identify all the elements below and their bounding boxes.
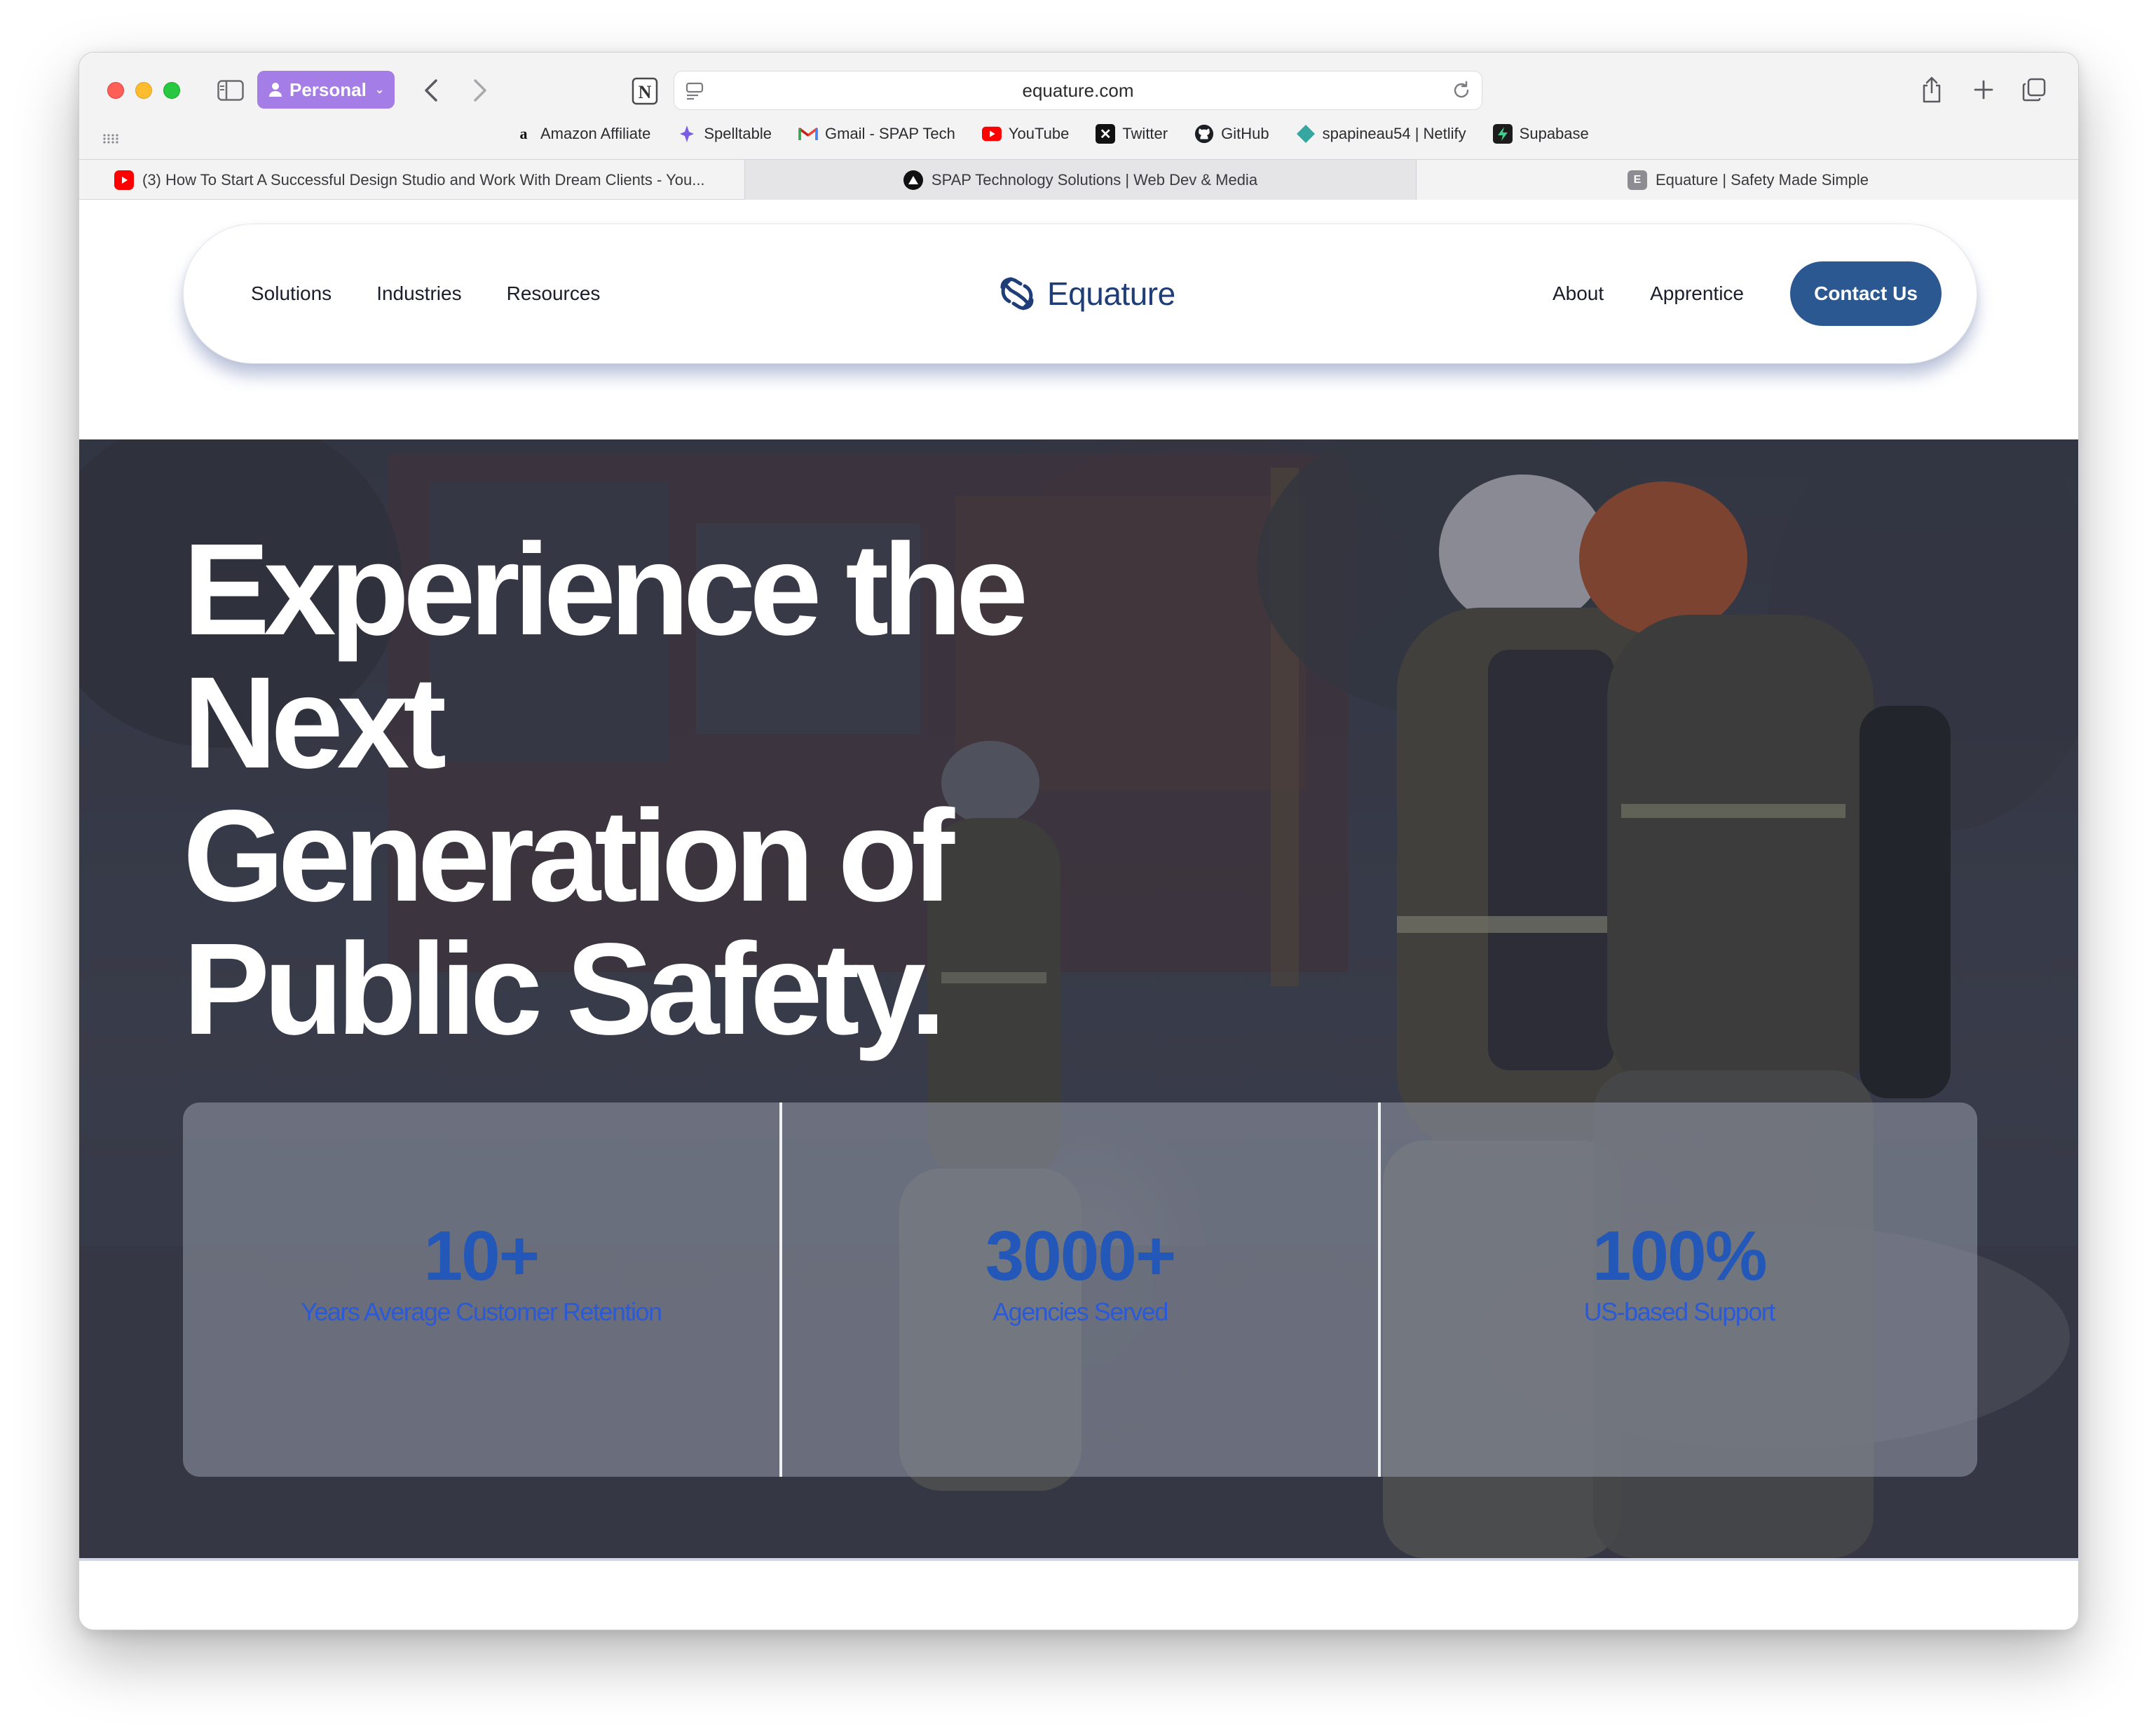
nav-link-about[interactable]: About: [1553, 282, 1604, 305]
amazon-icon: a: [519, 125, 528, 142]
bookmark-label: spapineau54 | Netlify: [1322, 125, 1466, 142]
site-navbar: Solutions Industries Resources Equature: [183, 224, 1977, 364]
person-icon: [269, 83, 282, 97]
address-bar[interactable]: equature.com: [674, 71, 1482, 110]
bookmark-supabase[interactable]: Supabase: [1492, 124, 1589, 144]
bookmark-netlify[interactable]: spapineau54 | Netlify: [1296, 124, 1466, 144]
forward-arrow-icon[interactable]: [463, 74, 497, 107]
share-icon[interactable]: [1916, 74, 1948, 106]
close-window-button[interactable]: [107, 82, 124, 99]
supabase-icon: [1492, 124, 1513, 144]
bookmark-label: GitHub: [1221, 125, 1269, 142]
stat-value: 100%: [1592, 1217, 1768, 1295]
stat-value: 3000+: [985, 1217, 1177, 1295]
netlify-icon: [1296, 124, 1316, 144]
spap-icon: [903, 170, 923, 190]
reload-icon[interactable]: [1451, 80, 1472, 101]
bookmark-twitter[interactable]: ✕ Twitter: [1096, 124, 1168, 144]
bookmarks-bar: a Amazon Affiliate Spelltable Gmail - SP…: [514, 124, 1589, 144]
tab-overview-icon[interactable]: [2018, 74, 2050, 106]
stat-label: Years Average Customer Retention: [301, 1297, 662, 1326]
bookmark-label: Twitter: [1122, 125, 1168, 142]
nav-link-solutions[interactable]: Solutions: [251, 282, 332, 305]
bookmark-label: Amazon Affiliate: [540, 125, 651, 142]
section-divider: [79, 1558, 2078, 1561]
nav-link-resources[interactable]: Resources: [507, 282, 601, 305]
hero-heading-line: Experience the: [183, 517, 1028, 662]
new-tab-icon[interactable]: [1967, 74, 2000, 106]
browser-window: Personal ⌄ N equature.com a Amazon Affil…: [79, 52, 2079, 1630]
stat-value: 10+: [423, 1217, 540, 1295]
profile-label: Personal: [289, 78, 367, 100]
bookmark-label: Supabase: [1519, 125, 1589, 142]
browser-toolbar: Personal ⌄ N equature.com a Amazon Affil…: [79, 53, 2078, 200]
sidebar-toggle-icon[interactable]: [217, 76, 245, 104]
equature-logo-icon: [1000, 277, 1034, 310]
bookmark-label: Spelltable: [704, 125, 772, 142]
page-settings-icon[interactable]: [684, 80, 705, 101]
stat-retention: 10+ Years Average Customer Retention: [183, 1102, 782, 1477]
tab-equature[interactable]: E Equature | Safety Made Simple: [1417, 160, 2078, 200]
nav-link-industries[interactable]: Industries: [376, 282, 461, 305]
tab-youtube-video[interactable]: (3) How To Start A Successful Design Stu…: [79, 160, 745, 200]
hero-heading-line: Next: [183, 650, 446, 796]
nav-link-apprentice[interactable]: Apprentice: [1650, 282, 1744, 305]
bookmark-spelltable[interactable]: Spelltable: [677, 124, 772, 144]
favorites-grid-icon[interactable]: [100, 128, 121, 149]
tab-bar: (3) How To Start A Successful Design Stu…: [79, 159, 2078, 200]
bookmark-youtube[interactable]: YouTube: [981, 124, 1070, 144]
github-icon: [1194, 124, 1214, 144]
tab-spap-technology[interactable]: SPAP Technology Solutions | Web Dev & Me…: [745, 160, 1417, 200]
tab-title: Equature | Safety Made Simple: [1655, 171, 1869, 189]
spelltable-icon: [677, 124, 697, 144]
window-controls: [107, 82, 180, 99]
site-logo[interactable]: Equature: [997, 224, 1175, 363]
back-arrow-icon[interactable]: [414, 74, 448, 107]
logo-wordmark: Equature: [1047, 275, 1175, 312]
webpage: Solutions Industries Resources Equature: [79, 200, 2078, 1630]
bookmark-amazon-affiliate[interactable]: a Amazon Affiliate: [514, 124, 651, 144]
zoom-window-button[interactable]: [163, 82, 180, 99]
equature-icon: E: [1627, 170, 1647, 190]
bookmark-label: Gmail - SPAP Tech: [825, 125, 955, 142]
minimize-window-button[interactable]: [135, 82, 152, 99]
stats-panel: 10+ Years Average Customer Retention 300…: [183, 1102, 1977, 1477]
hero-heading-line: Public Safety.: [183, 917, 946, 1062]
nav-left-links: Solutions Industries Resources: [251, 224, 600, 363]
stat-label: Agencies Served: [992, 1297, 1168, 1326]
tab-title: SPAP Technology Solutions | Web Dev & Me…: [931, 171, 1258, 189]
url-text: equature.com: [1022, 79, 1134, 101]
hero-section: Experience the Next Generation of Public…: [79, 439, 2078, 1558]
hero-heading: Experience the Next Generation of Public…: [183, 524, 1094, 1056]
tab-title: (3) How To Start A Successful Design Stu…: [142, 171, 705, 189]
bookmark-github[interactable]: GitHub: [1194, 124, 1269, 144]
stat-agencies: 3000+ Agencies Served: [782, 1102, 1381, 1477]
x-icon: ✕: [1096, 124, 1116, 144]
youtube-icon: [981, 124, 1002, 144]
stat-label: US-based Support: [1583, 1297, 1776, 1326]
chevron-down-icon: ⌄: [374, 84, 385, 96]
youtube-icon: [114, 170, 134, 190]
profile-switcher-button[interactable]: Personal ⌄: [257, 71, 395, 109]
notion-extension-icon[interactable]: N: [629, 75, 661, 107]
hero-heading-line: Generation of: [183, 784, 955, 929]
nav-right-links: About Apprentice Contact Us: [1553, 224, 1942, 363]
svg-text:N: N: [639, 82, 652, 102]
stat-support: 100% US-based Support: [1381, 1102, 1977, 1477]
gmail-icon: [798, 124, 818, 144]
bookmark-gmail[interactable]: Gmail - SPAP Tech: [798, 124, 955, 144]
contact-us-button[interactable]: Contact Us: [1790, 261, 1942, 326]
bookmark-label: YouTube: [1008, 125, 1070, 142]
